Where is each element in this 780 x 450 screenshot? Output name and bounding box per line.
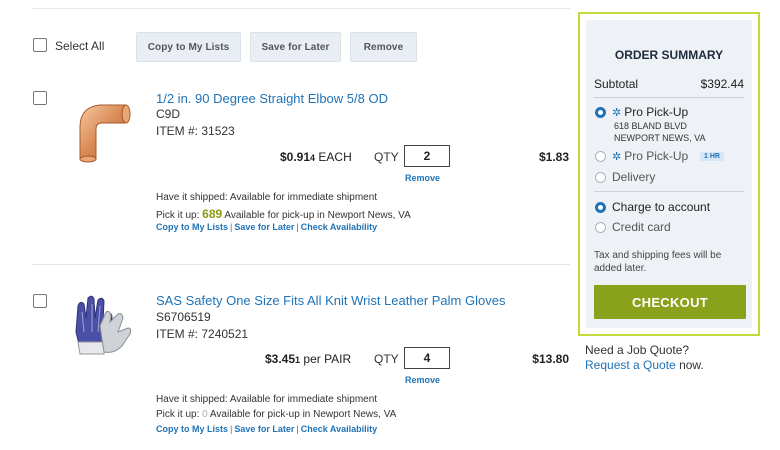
- pro-pickup-radio[interactable]: [595, 107, 606, 118]
- remove-item-link[interactable]: Remove: [405, 173, 440, 183]
- remove-item-link[interactable]: Remove: [405, 375, 440, 385]
- unit-price: $0.914 EACH: [280, 150, 352, 164]
- product-item-number: ITEM #: 7240521: [156, 327, 249, 341]
- remove-button[interactable]: Remove: [350, 32, 417, 62]
- pro-pickup-option[interactable]: ✲ Pro Pick-Up: [612, 105, 688, 119]
- top-divider: [32, 8, 570, 9]
- quantity-input[interactable]: 4: [404, 347, 450, 369]
- save-for-later-link[interactable]: Save for Later: [234, 424, 294, 434]
- product-title-link[interactable]: SAS Safety One Size Fits All Knit Wrist …: [156, 293, 505, 308]
- save-for-later-button[interactable]: Save for Later: [250, 32, 341, 62]
- shipping-availability: Have it shipped: Available for immediate…: [156, 394, 378, 405]
- item-actions: Copy to My Lists | Save for Later | Check Av…: [156, 222, 378, 232]
- pro-pickup-1hr-option[interactable]: ✲ Pro Pick-Up: [612, 149, 688, 163]
- product-sku: C9D: [156, 107, 181, 121]
- snowflake-icon: ✲: [612, 151, 622, 163]
- save-for-later-link[interactable]: Save for Later: [234, 222, 294, 232]
- copy-to-lists-link[interactable]: Copy to My Lists: [156, 424, 228, 434]
- shipping-availability: Have it shipped: Available for immediate…: [156, 192, 378, 203]
- select-all-checkbox[interactable]: [33, 38, 47, 52]
- copper-elbow-icon: [79, 104, 131, 163]
- line-total: $1.83: [538, 150, 569, 164]
- one-hour-badge: 1 HR: [700, 152, 724, 161]
- snowflake-icon: ✲: [612, 107, 622, 119]
- gloves-icon: [75, 295, 132, 355]
- pro-pickup-1hr-radio[interactable]: [595, 151, 606, 162]
- pickup-address: 618 BLAND BLVD NEWPORT NEWS, VA: [614, 121, 706, 143]
- job-quote-line: Request a Quote now.: [585, 358, 704, 372]
- order-summary-body: ORDER SUMMARY Subtotal $392.44 ✲ Pro Pick…: [586, 20, 752, 328]
- credit-card-option[interactable]: Credit card: [612, 220, 671, 234]
- summary-divider: [594, 97, 744, 98]
- line-total: $13.80: [532, 352, 569, 366]
- pickup-availability: Pick it up: 0 Available for pick-up in N…: [156, 409, 397, 420]
- credit-card-radio[interactable]: [595, 222, 606, 233]
- delivery-radio[interactable]: [595, 172, 606, 183]
- product-image-gloves[interactable]: [66, 292, 140, 362]
- quantity-input[interactable]: 2: [404, 145, 450, 167]
- check-availability-link[interactable]: Check Availability: [301, 222, 377, 232]
- select-all-label[interactable]: Select All: [55, 39, 104, 53]
- product-sku: S6706519: [156, 310, 211, 324]
- check-availability-link[interactable]: Check Availability: [301, 424, 377, 434]
- job-quote-question: Need a Job Quote?: [585, 343, 690, 357]
- request-quote-link[interactable]: Request a Quote: [585, 358, 676, 372]
- summary-divider: [594, 191, 744, 192]
- subtotal-label: Subtotal: [594, 77, 639, 91]
- subtotal-value: $392.44: [700, 77, 744, 91]
- charge-account-radio[interactable]: [595, 202, 606, 213]
- qty-label: QTY: [374, 150, 399, 164]
- order-summary-title: ORDER SUMMARY: [614, 48, 724, 62]
- item-checkbox[interactable]: [33, 294, 47, 308]
- item-checkbox[interactable]: [33, 91, 47, 105]
- product-title-link[interactable]: 1/2 in. 90 Degree Straight Elbow 5/8 OD: [156, 91, 388, 106]
- charge-account-option[interactable]: Charge to account: [612, 200, 710, 214]
- checkout-button[interactable]: CHECKOUT: [594, 285, 746, 319]
- product-item-number: ITEM #: 31523: [156, 124, 235, 138]
- unit-price: $3.451 per PAIR: [265, 352, 352, 366]
- order-summary-panel: ORDER SUMMARY Subtotal $392.44 ✲ Pro Pick…: [578, 12, 760, 336]
- tax-shipping-note: Tax and shipping fees will be added late…: [594, 250, 722, 274]
- product-image-elbow[interactable]: [66, 93, 136, 163]
- pickup-availability: Pick it up: 689 Available for pick-up in…: [156, 207, 411, 221]
- copy-to-lists-button[interactable]: Copy to My Lists: [136, 32, 241, 62]
- copy-to-lists-link[interactable]: Copy to My Lists: [156, 222, 228, 232]
- item-divider: [32, 264, 570, 265]
- item-actions: Copy to My Lists | Save for Later | Check Av…: [156, 424, 378, 434]
- qty-label: QTY: [374, 352, 399, 366]
- delivery-option[interactable]: Delivery: [612, 170, 655, 184]
